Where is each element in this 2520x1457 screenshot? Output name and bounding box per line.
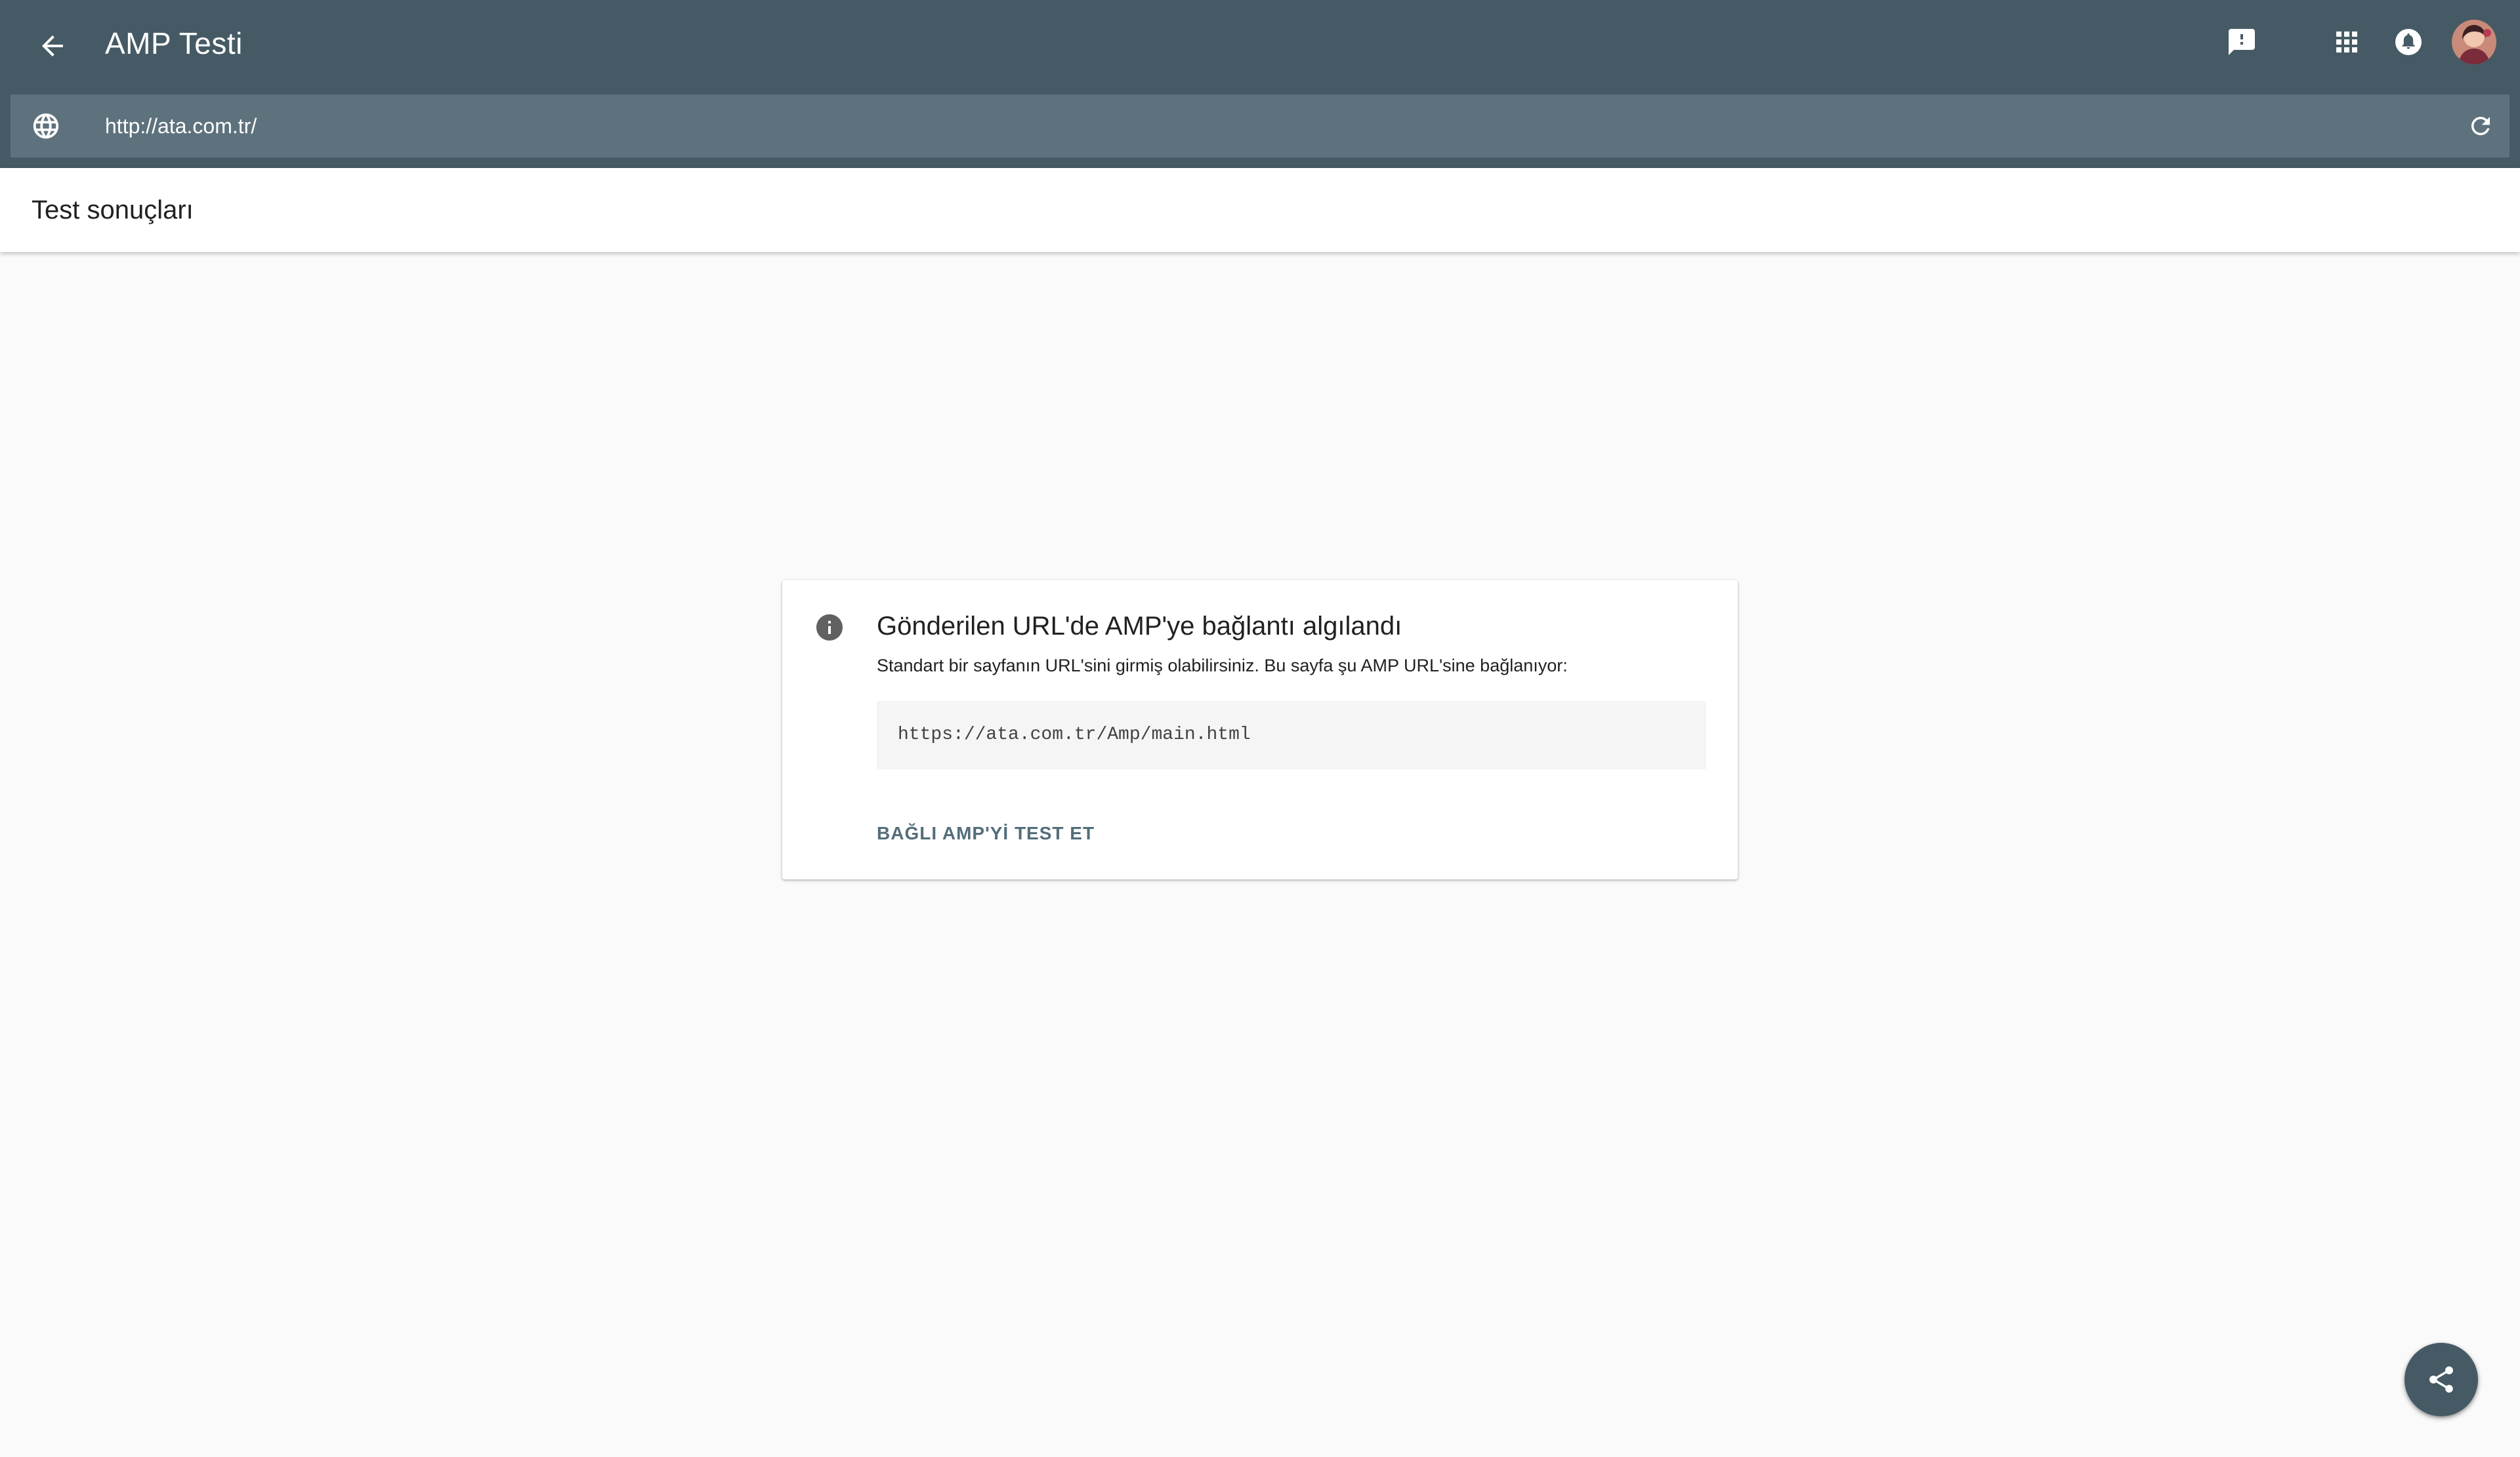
info-icon (816, 614, 843, 641)
app-bar: AMP Testi (0, 0, 2520, 168)
notifications-button[interactable] (2377, 11, 2440, 74)
avatar-image (2452, 20, 2496, 64)
url-input[interactable] (105, 106, 2402, 146)
avatar[interactable] (2452, 20, 2496, 64)
feedback-icon (2229, 29, 2255, 55)
amp-url-box: https://ata.com.tr/Amp/main.html (877, 701, 1706, 769)
apps-button[interactable] (2315, 11, 2378, 74)
globe-icon (33, 113, 59, 139)
share-icon (2429, 1366, 2453, 1393)
globe-icon-container (25, 105, 67, 147)
amp-url-text: https://ata.com.tr/Amp/main.html (898, 725, 1251, 745)
info-icon-container (814, 612, 845, 643)
reload-icon (2471, 117, 2490, 135)
arrow-back-icon (42, 35, 63, 56)
results-header: Test sonuçları (0, 168, 2520, 252)
card-description: Standart bir sayfanın URL'sini girmiş ol… (877, 656, 1568, 675)
url-bar (10, 95, 2510, 158)
notifications-icon (2395, 29, 2422, 55)
results-title: Test sonuçları (32, 196, 194, 224)
result-card: Gönderilen URL'de AMP'ye bağlantı algıla… (782, 580, 1738, 879)
test-linked-amp-button[interactable]: BAĞLI AMP'Yİ TEST ET (877, 820, 1095, 847)
share-button[interactable] (2404, 1343, 2478, 1416)
reload-button[interactable] (2458, 104, 2503, 148)
app-title: AMP Testi (105, 26, 243, 60)
back-button[interactable] (21, 14, 84, 77)
feedback-button[interactable] (2210, 11, 2273, 74)
app-bar-row: AMP Testi (0, 0, 2520, 92)
card-title: Gönderilen URL'de AMP'ye bağlantı algıla… (877, 612, 1402, 641)
apps-grid-icon (2336, 32, 2357, 53)
